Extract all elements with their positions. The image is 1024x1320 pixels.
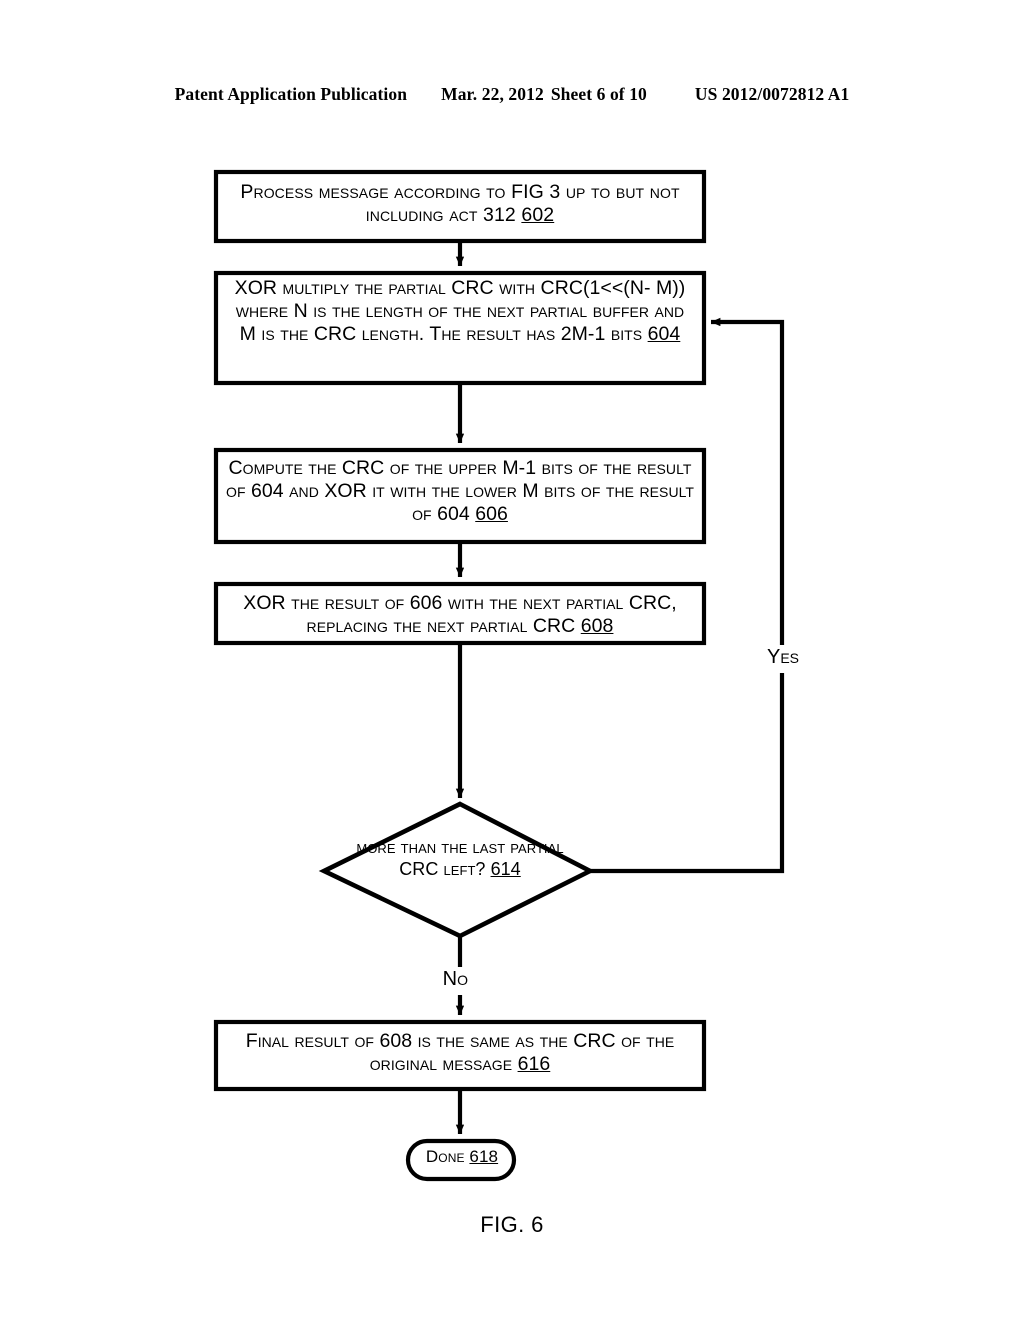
node-616-shape [213, 1019, 707, 1092]
figure-caption: FIG. 6 [480, 1212, 544, 1237]
node-606-shape [213, 447, 707, 545]
node-614-shape [318, 801, 596, 939]
node-608-shape [213, 581, 707, 646]
node-618-shape [405, 1138, 517, 1182]
node-602-shape [213, 169, 707, 244]
flowchart-diagram: Process message according to FIG 3 up to… [0, 0, 1024, 1320]
flowchart-canvas [213, 169, 785, 1182]
node-604-shape [213, 270, 707, 386]
